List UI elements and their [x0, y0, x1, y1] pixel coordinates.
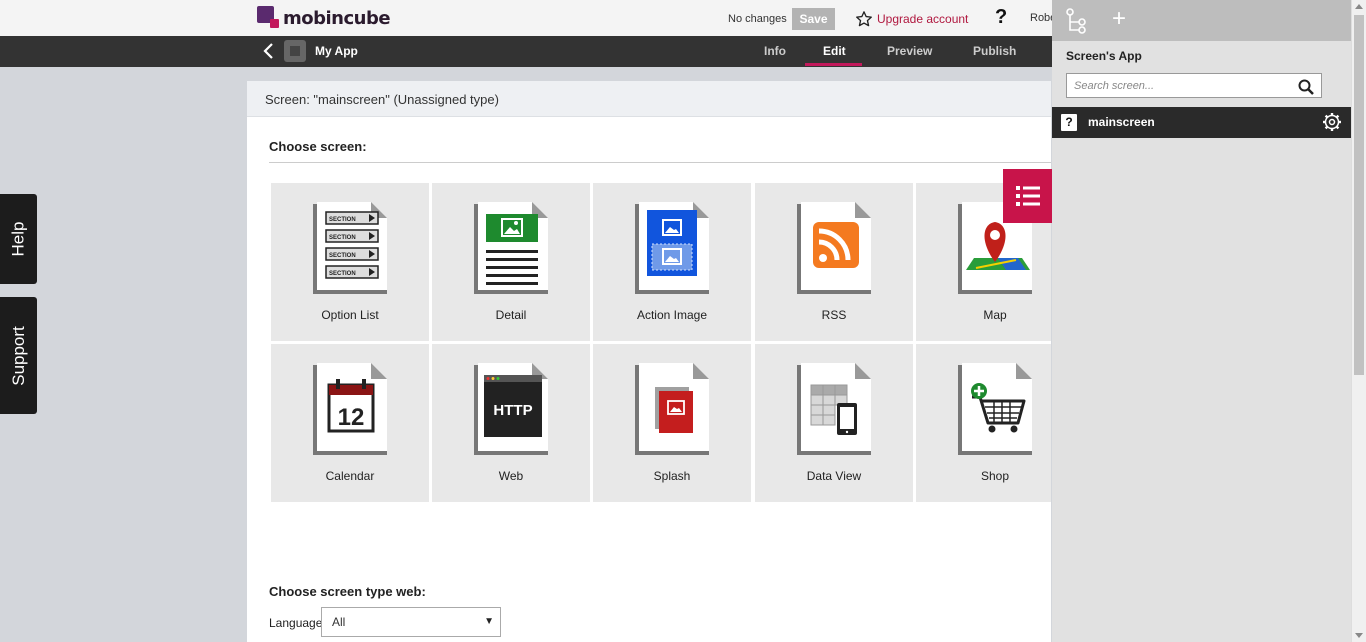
tile-web[interactable]: HTTP Web	[432, 344, 590, 502]
tab-info[interactable]: Info	[764, 44, 786, 58]
search-screen-input[interactable]: Search screen...	[1066, 73, 1322, 98]
tile-label: Web	[498, 469, 524, 483]
shop-cart-icon	[958, 363, 1032, 455]
rss-icon	[797, 202, 871, 294]
scroll-up-arrow-icon[interactable]	[1355, 4, 1363, 9]
tile-label: Splash	[653, 469, 691, 483]
window-scrollbar[interactable]	[1351, 0, 1366, 642]
screen-header: Screen: "mainscreen" (Unassigned type)	[247, 81, 1051, 117]
tile-calendar[interactable]: 12 Calendar	[271, 344, 429, 502]
option-list-section-4: SECTION	[329, 271, 356, 277]
help-side-tab[interactable]: Help	[0, 194, 37, 284]
tile-label: Calendar	[325, 469, 375, 483]
screen-list-toggle-button[interactable]	[1003, 169, 1052, 223]
logo-mark-icon	[257, 6, 281, 30]
upgrade-account-link[interactable]: Upgrade account	[855, 10, 968, 28]
option-list-section-1: SECTION	[329, 217, 356, 223]
gear-icon[interactable]	[1322, 112, 1342, 132]
tile-rss[interactable]: RSS	[755, 183, 913, 341]
upgrade-account-label: Upgrade account	[877, 12, 969, 26]
screens-panel-title: Screen's App	[1066, 49, 1142, 63]
save-status: No changes	[728, 13, 787, 25]
screen-list-item-label: mainscreen	[1088, 115, 1155, 129]
tile-label: Data View	[806, 469, 862, 483]
choose-screen-title: Choose screen:	[269, 139, 367, 154]
web-icon: HTTP	[474, 363, 548, 455]
support-side-tab-label: Support	[8, 325, 28, 386]
app-name[interactable]: My App	[315, 44, 358, 58]
tab-edit[interactable]: Edit	[823, 44, 846, 58]
add-screen-plus-icon[interactable]: +	[1112, 7, 1126, 31]
save-button[interactable]: Save	[792, 8, 835, 30]
scroll-down-arrow-icon[interactable]	[1355, 633, 1363, 638]
logo-text: mobincube	[283, 7, 391, 29]
star-icon	[856, 11, 872, 27]
unassigned-screen-icon: ?	[1061, 114, 1077, 131]
screens-panel: + Screen's App Search screen... ? mainsc…	[1052, 0, 1351, 642]
screen-editor-panel: Screen: "mainscreen" (Unassigned type) C…	[247, 81, 1051, 642]
detail-icon	[474, 202, 548, 294]
tile-label: Option List	[321, 308, 379, 322]
tile-label: Action Image	[636, 308, 708, 322]
screens-panel-toolbar: +	[1052, 0, 1351, 41]
tile-label: RSS	[821, 308, 847, 322]
support-side-tab[interactable]: Support	[0, 297, 37, 414]
option-list-section-2: SECTION	[329, 235, 356, 241]
tile-shop[interactable]: Shop	[916, 344, 1051, 502]
tile-splash[interactable]: Splash	[593, 344, 751, 502]
calendar-icon: 12	[313, 363, 387, 455]
option-list-section-3: SECTION	[329, 253, 356, 259]
tile-option-list[interactable]: SECTION SECTION SECTION SECTION Option L…	[271, 183, 429, 341]
screen-tree-icon[interactable]	[1065, 8, 1087, 34]
tile-label: Detail	[495, 308, 527, 322]
help-question-icon[interactable]: ?	[995, 6, 1007, 29]
search-icon[interactable]	[1298, 79, 1314, 95]
tile-label: Map	[983, 308, 1007, 322]
calendar-day-text: 12	[338, 404, 365, 431]
tab-publish[interactable]: Publish	[973, 44, 1016, 58]
language-select[interactable]: All ▼	[321, 607, 501, 637]
chevron-left-icon[interactable]	[262, 43, 276, 59]
app-avatar	[284, 40, 306, 62]
option-list-icon: SECTION SECTION SECTION SECTION	[313, 202, 387, 294]
active-tab-indicator	[805, 63, 862, 66]
choose-web-type-title: Choose screen type web:	[269, 584, 426, 599]
section-divider	[269, 162, 1051, 163]
action-image-icon	[635, 202, 709, 294]
language-label: Language	[269, 616, 323, 630]
tab-preview[interactable]: Preview	[887, 44, 932, 58]
tile-label: Shop	[980, 469, 1010, 483]
tile-detail[interactable]: Detail	[432, 183, 590, 341]
scrollbar-thumb[interactable]	[1354, 15, 1364, 375]
caret-down-icon: ▼	[484, 616, 494, 627]
language-select-value: All	[332, 615, 346, 629]
list-icon	[1015, 186, 1040, 206]
help-side-tab-label: Help	[8, 221, 28, 257]
tile-action-image[interactable]: Action Image	[593, 183, 751, 341]
tile-data-view[interactable]: Data View	[755, 344, 913, 502]
data-view-icon	[797, 363, 871, 455]
screen-list-item-mainscreen[interactable]: ? mainscreen	[1052, 107, 1351, 138]
mobincube-logo[interactable]: mobincube	[257, 6, 391, 30]
splash-icon	[635, 363, 709, 455]
http-text: HTTP	[493, 402, 532, 419]
